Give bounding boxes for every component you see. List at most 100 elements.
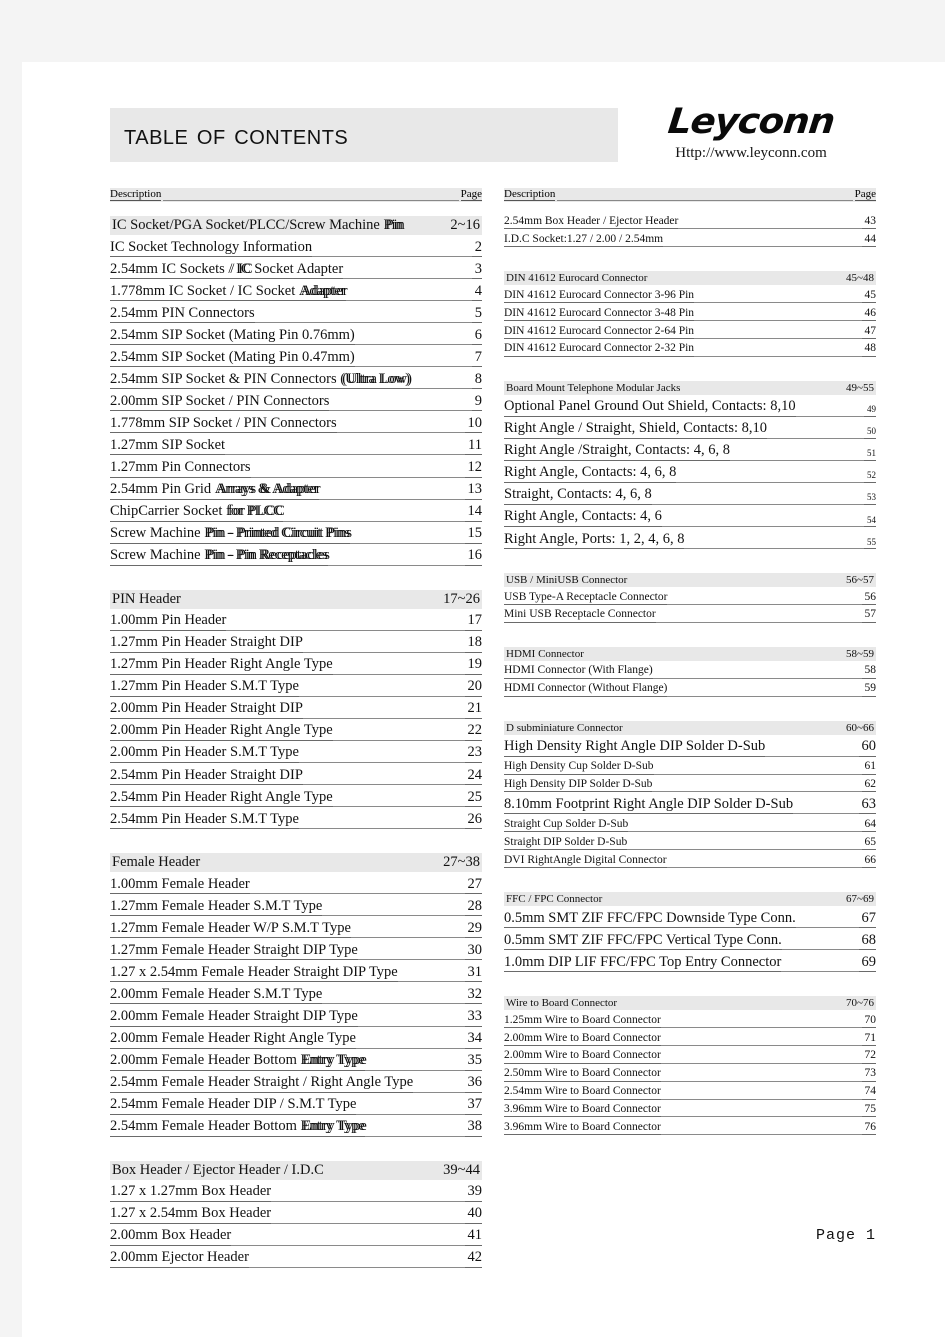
toc-entry[interactable]: DIN 41612 Eurocard Connector 3-96 Pin 45 (504, 288, 876, 304)
toc-entry[interactable]: 0.5mm SMT ZIF FFC/FPC Downside Type Conn… (504, 909, 876, 929)
toc-entry-label: Right Angle, Ports: 1, 2, 4, 6, 8 (504, 530, 685, 550)
toc-entry[interactable]: 1.27mm Pin Header S.M.T Type 20 (110, 677, 482, 697)
toc-section-heading[interactable]: FFC / FPC Connector 67~69 (504, 892, 876, 907)
toc-entry[interactable]: Right Angle / Straight, Shield, Contacts… (504, 419, 876, 439)
section-heading-label: DIN 41612 Eurocard Connector (506, 272, 648, 285)
toc-entry[interactable]: Straight DIP Solder D-Sub 65 (504, 835, 876, 851)
toc-entry[interactable]: 3.96mm Wire to Board Connector 76 (504, 1120, 876, 1136)
toc-section-heading[interactable]: Box Header / Ejector Header / I.D.C 39~44 (110, 1160, 482, 1180)
toc-entry[interactable]: 1.25mm Wire to Board Connector 70 (504, 1013, 876, 1029)
toc-section-heading[interactable]: DIN 41612 Eurocard Connector 45~48 (504, 271, 876, 286)
toc-entry[interactable]: 2.00mm Ejector Header 42 (110, 1248, 482, 1268)
toc-entry-page: 14 (464, 502, 482, 522)
toc-entry[interactable]: 2.54mm Box Header / Ejector Header 43 (504, 214, 876, 230)
toc-section-heading[interactable]: USB / MiniUSB Connector 56~57 (504, 573, 876, 588)
toc-entry[interactable]: HDMI Connector (Without Flange) 59 (504, 681, 876, 697)
toc-entry[interactable]: 1.27 x 2.54mm Female Header Straight DIP… (110, 963, 482, 983)
toc-entry[interactable]: 0.5mm SMT ZIF FFC/FPC Vertical Type Conn… (504, 931, 876, 951)
toc-entry[interactable]: Straight, Contacts: 4, 6, 8 53 (504, 485, 876, 505)
toc-entry[interactable]: 2.54mm SIP Socket (Mating Pin 0.47mm) 7 (110, 348, 482, 368)
toc-section-heading[interactable]: Female Header 27~38 (110, 853, 482, 873)
toc-section-heading[interactable]: D subminiature Connector 60~66 (504, 720, 876, 735)
toc-entry[interactable]: 2.54mm Female Header Straight / Right An… (110, 1073, 482, 1093)
toc-entry[interactable]: 2.54mm Pin Header S.M.T Type 26 (110, 810, 482, 830)
toc-entry[interactable]: 1.27mm SIP Socket 11 (110, 436, 482, 456)
toc-entry[interactable]: 1.27mm Female Header W/P S.M.T Type 29 (110, 919, 482, 939)
toc-entry[interactable]: 2.54mm SIP Socket & PIN Connectors (Ultr… (110, 370, 482, 390)
toc-entry[interactable]: 2.00mm SIP Socket / PIN Connectors 9 (110, 392, 482, 412)
toc-entry[interactable]: Right Angle /Straight, Contacts: 4, 6, 8… (504, 441, 876, 461)
toc-entry[interactable]: High Density Cup Solder D-Sub 61 (504, 759, 876, 775)
toc-entry[interactable]: 2.50mm Wire to Board Connector 73 (504, 1066, 876, 1082)
toc-entry[interactable]: USB Type-A Receptacle Connector 56 (504, 590, 876, 605)
toc-entry[interactable]: 1.27 x 1.27mm Box Header 39 (110, 1182, 482, 1202)
toc-entry-page: 8 (471, 370, 482, 390)
toc-entry[interactable]: DVI RightAngle Digital Connector 66 (504, 853, 876, 869)
toc-entry[interactable]: Straight Cup Solder D-Sub 64 (504, 817, 876, 833)
toc-entry[interactable]: Right Angle, Contacts: 4, 6, 8 52 (504, 463, 876, 483)
toc-entry[interactable]: DIN 41612 Eurocard Connector 3-48 Pin 46 (504, 306, 876, 321)
toc-section-heading[interactable]: Board Mount Telephone Modular Jacks 49~55 (504, 380, 876, 395)
toc-entry[interactable]: Right Angle, Contacts: 4, 6 54 (504, 507, 876, 528)
toc-entry-page: 32 (464, 985, 482, 1005)
toc-entry[interactable]: 2.54mm Pin Header Straight DIP 24 (110, 766, 482, 786)
toc-entry[interactable]: 2.00mm Wire to Board Connector 71 (504, 1031, 876, 1046)
description-header-label: Description (504, 188, 556, 201)
toc-entry[interactable]: 2.54mm Pin Header Right Angle Type 25 (110, 788, 482, 808)
toc-section-heading[interactable]: HDMI Connector 58~59 (504, 646, 876, 661)
toc-entry[interactable]: 2.54mm SIP Socket (Mating Pin 0.76mm) 6 (110, 326, 482, 346)
toc-entry[interactable]: 1.27mm Pin Header Right Angle Type 19 (110, 655, 482, 675)
toc-entry[interactable]: Mini USB Receptacle Connector 57 (504, 607, 876, 623)
toc-entry-page: 22 (464, 721, 482, 741)
toc-entry[interactable]: 2.54mm Female Header Bottom Entry Type En… (110, 1117, 482, 1137)
toc-entry[interactable]: High Density DIP Solder D-Sub 62 (504, 777, 876, 793)
toc-entry[interactable]: 1.27mm Female Header Straight DIP Type 30 (110, 941, 482, 961)
toc-entry[interactable]: 2.54mm Pin Grid Arrays & Adapter Arrays &… (110, 480, 482, 500)
toc-entry[interactable]: 2.00mm Pin Header Straight DIP 21 (110, 699, 482, 719)
toc-entry[interactable]: ChipCarrier Socket for PLCCfor PLCCfor P… (110, 502, 482, 522)
leader-line (795, 402, 864, 417)
toc-section-heading[interactable]: Wire to Board Connector 70~76 (504, 996, 876, 1011)
leader-line (329, 396, 472, 412)
toc-entry[interactable]: I.D.C Socket:1.27 / 2.00 / 2.54mm 44 (504, 232, 876, 248)
toc-entry[interactable]: 2.54mm IC Sockets / IC/ IC/ IC Socket Ad… (110, 260, 482, 280)
toc-entry[interactable]: 2.00mm Pin Header S.M.T Type 23 (110, 743, 482, 764)
toc-entry[interactable]: 1.778mm IC Socket / IC Socket Adapter Ada… (110, 282, 482, 302)
toc-entry[interactable]: Optional Panel Ground Out Shield, Contac… (504, 397, 876, 417)
toc-entry-page: 48 (861, 341, 876, 357)
leader-line (302, 704, 465, 719)
toc-entry[interactable]: 1.0mm DIP LIF FFC/FPC Top Entry Connecto… (504, 953, 876, 973)
toc-entry[interactable]: Screw Machine Pin - Printed Circuit Pins… (110, 524, 482, 544)
toc-entry[interactable]: 1.778mm SIP Socket / PIN Connectors 10 (110, 414, 482, 434)
toc-entry[interactable]: High Density Right Angle DIP Solder D-Su… (504, 737, 876, 757)
toc-section-heading[interactable]: IC Socket/PGA Socket/PLCC/Screw Machine … (110, 216, 482, 235)
toc-entry[interactable]: 2.00mm Wire to Board Connector 72 (504, 1048, 876, 1064)
toc-entry[interactable]: Screw Machine Pin - Pin Receptacles Pin -… (110, 546, 482, 566)
toc-entry[interactable]: 2.00mm Female Header Right Angle Type 34 (110, 1029, 482, 1049)
toc-entry[interactable]: 1.27 x 2.54mm Box Header 40 (110, 1204, 482, 1224)
toc-entry[interactable]: 1.00mm Pin Header 17 (110, 611, 482, 631)
toc-entry[interactable]: 2.00mm Female Header S.M.T Type 32 (110, 985, 482, 1005)
toc-entry[interactable]: Right Angle, Ports: 1, 2, 4, 6, 8 55 (504, 530, 876, 550)
toc-entry-page: 74 (861, 1084, 876, 1100)
toc-entry[interactable]: 1.00mm Female Header 27 (110, 875, 482, 895)
toc-entry[interactable]: DIN 41612 Eurocard Connector 2-64 Pin 47 (504, 324, 876, 339)
toc-entry[interactable]: 1.27mm Pin Connectors 12 (110, 458, 482, 478)
toc-entry[interactable]: IC Socket Technology Information 2 (110, 238, 482, 258)
toc-entry[interactable]: 8.10mm Footprint Right Angle DIP Solder … (504, 795, 876, 815)
toc-entry[interactable]: 3.96mm Wire to Board Connector 75 (504, 1102, 876, 1118)
toc-entry[interactable]: 2.00mm Female Header Straight DIP Type 33 (110, 1007, 482, 1027)
toc-entry[interactable]: 2.54mm Wire to Board Connector 74 (504, 1084, 876, 1100)
toc-entry-label: 1.778mm SIP Socket / PIN Connectors (110, 414, 337, 434)
toc-entry[interactable]: 1.27mm Female Header S.M.T Type 28 (110, 897, 482, 917)
toc-entry-page: 7 (471, 348, 482, 368)
toc-entry[interactable]: 1.27mm Pin Header Straight DIP 18 (110, 633, 482, 653)
toc-entry[interactable]: 2.54mm PIN Connectors 5 (110, 304, 482, 324)
toc-entry[interactable]: 2.00mm Pin Header Right Angle Type 22 (110, 721, 482, 741)
toc-entry[interactable]: 2.00mm Female Header Bottom Entry Type En… (110, 1051, 482, 1071)
leader-line (354, 352, 472, 368)
toc-entry[interactable]: HDMI Connector (With Flange) 58 (504, 663, 876, 679)
toc-entry[interactable]: DIN 41612 Eurocard Connector 2-32 Pin 48 (504, 341, 876, 357)
toc-section-heading[interactable]: PIN Header 17~26 (110, 589, 482, 609)
toc-entry[interactable]: 2.54mm Female Header DIP / S.M.T Type 37 (110, 1095, 482, 1115)
